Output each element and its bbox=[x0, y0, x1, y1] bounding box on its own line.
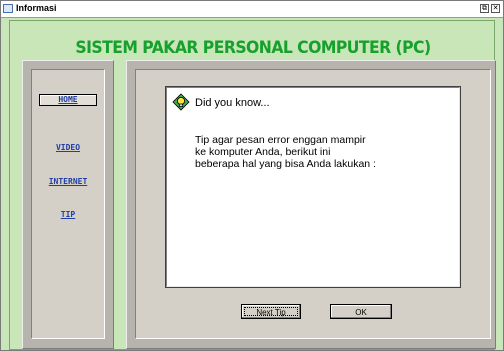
tip-text: Tip agar pesan error enggan mampir ke ko… bbox=[195, 134, 376, 170]
main-panel: Did you know... Tip agar pesan error eng… bbox=[126, 60, 496, 349]
sidebar-item-internet[interactable]: INTERNET bbox=[32, 177, 104, 186]
app-frame: SISTEM PAKAR PERSONAL COMPUTER (PC) INFO… bbox=[9, 20, 496, 350]
tip-box: Did you know... Tip agar pesan error eng… bbox=[166, 87, 460, 287]
main-content: Did you know... Tip agar pesan error eng… bbox=[135, 69, 491, 339]
ok-button[interactable]: OK bbox=[330, 304, 392, 319]
sidebar-item-tip[interactable]: TIP bbox=[32, 210, 104, 219]
lightbulb-icon bbox=[172, 93, 190, 111]
close-button[interactable]: ✕ bbox=[491, 4, 500, 13]
window-icon bbox=[3, 4, 13, 13]
sidebar-panel: HOME VIDEO INTERNET TIP bbox=[22, 60, 114, 349]
sidebar: HOME VIDEO INTERNET TIP bbox=[31, 69, 105, 339]
window-title: Informasi bbox=[16, 3, 57, 13]
sidebar-item-video[interactable]: VIDEO bbox=[32, 143, 104, 152]
tip-heading: Did you know... bbox=[195, 97, 270, 109]
next-tip-button[interactable]: Next Tip bbox=[241, 304, 301, 319]
app-window: Informasi ⧉ ✕ SISTEM PAKAR PERSONAL COMP… bbox=[0, 0, 504, 351]
tip-line: ke komputer Anda, berikut ini bbox=[195, 146, 331, 158]
sidebar-item-home[interactable]: HOME bbox=[39, 94, 97, 106]
tip-line: beberapa hal yang bisa Anda lakukan : bbox=[195, 158, 376, 170]
title-bar[interactable]: Informasi ⧉ ✕ bbox=[1, 1, 503, 18]
restore-button[interactable]: ⧉ bbox=[480, 4, 489, 13]
tip-line: Tip agar pesan error enggan mampir bbox=[195, 134, 366, 146]
